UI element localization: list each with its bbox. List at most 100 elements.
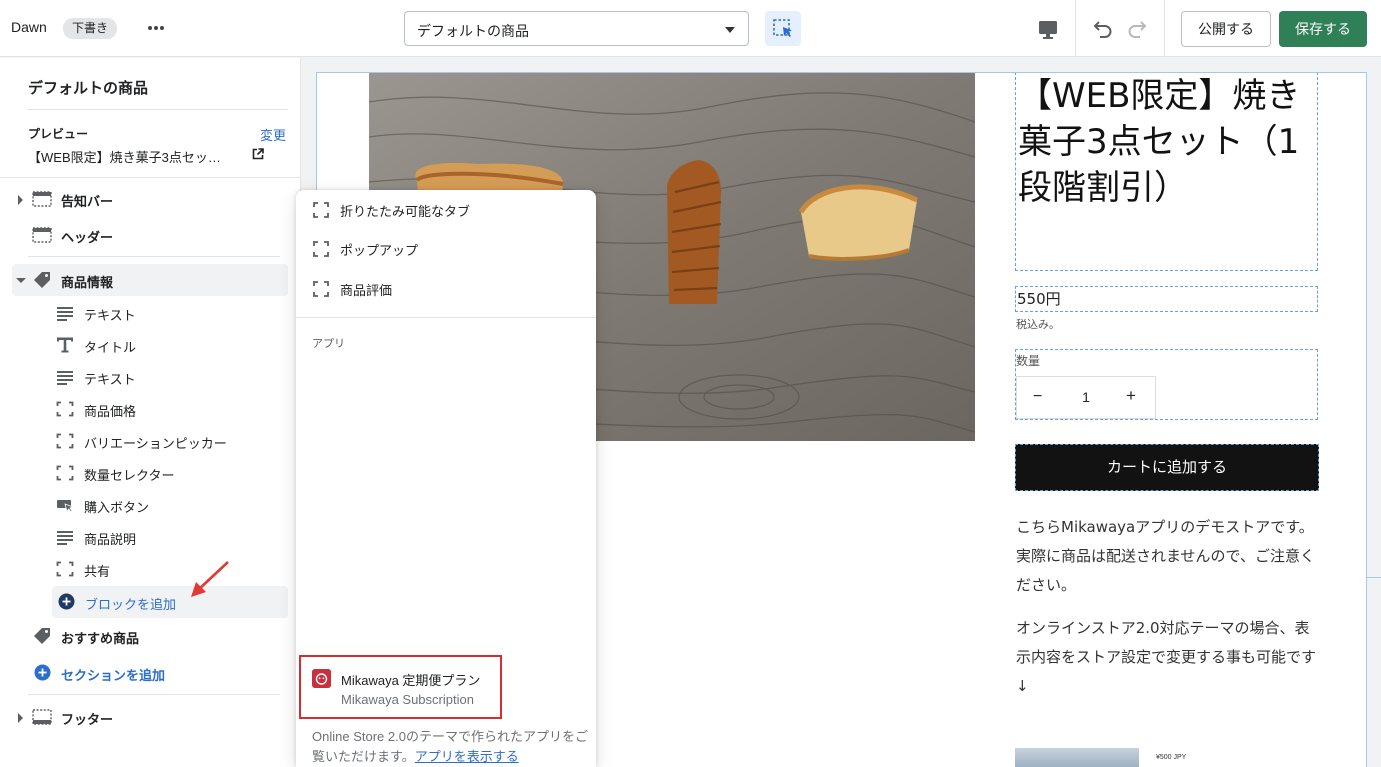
divider <box>28 256 280 257</box>
save-button[interactable]: 保存する <box>1279 11 1367 47</box>
select-cursor-icon <box>773 19 792 37</box>
inspector-toggle-button[interactable] <box>765 11 801 46</box>
redo-button[interactable] <box>1124 15 1152 43</box>
add-section-label: セクションを追加 <box>61 668 166 683</box>
popover-item-label: 折りたたみ可能なタブ <box>340 204 471 219</box>
add-block-button[interactable]: ブロックを追加 <box>52 586 288 618</box>
block-label: 数量セレクター <box>84 468 175 483</box>
block-text[interactable]: テキスト <box>56 298 286 328</box>
add-section-button[interactable]: セクションを追加 <box>32 658 292 686</box>
block-label: テキスト <box>84 372 136 387</box>
footer-layout-icon <box>32 709 52 725</box>
undo-icon <box>1093 21 1112 38</box>
dashed-box-icon <box>313 202 329 218</box>
canvas-border <box>316 72 1367 73</box>
block-text[interactable]: テキスト <box>56 362 286 392</box>
quantity-increase-button[interactable]: + <box>1126 386 1136 406</box>
product-title[interactable]: 【WEB限定】焼き菓子3点セット（1段階割引） <box>1015 72 1318 271</box>
more-actions-button[interactable] <box>145 16 167 40</box>
canvas-border <box>1366 577 1381 578</box>
preview-label: プレビュー <box>28 127 89 141</box>
block-label: バリエーションピッカー <box>84 436 227 451</box>
app-subtitle: Mikawaya Subscription <box>341 692 474 707</box>
chevron-right-icon[interactable] <box>18 195 23 205</box>
redo-icon <box>1128 21 1147 38</box>
preview-product-name: 【WEB限定】焼き菓子3点セッ… <box>28 150 221 165</box>
draft-badge: 下書き <box>63 18 118 39</box>
dashed-box-icon <box>56 561 74 577</box>
dashed-box-icon <box>56 433 74 449</box>
page-select[interactable]: デフォルトの商品 <box>404 11 749 46</box>
description-paragraph: オンラインストア2.0対応テーマの場合、表示内容をストア設定で変更する事も可能で… <box>1016 619 1317 695</box>
popover-item-label: ポップアップ <box>340 243 419 258</box>
block-title[interactable]: タイトル <box>56 330 286 360</box>
apps-footer-text: Online Store 2.0のテーマで作られたアプリをご覧いただけます。アプ… <box>312 727 588 767</box>
mikawaya-app-logo-icon <box>312 669 331 688</box>
widget-price: ¥500 JPY <box>1156 754 1187 761</box>
view-apps-link[interactable]: アプリを表示する <box>415 749 519 764</box>
app-widget-thumbnail <box>1015 748 1139 767</box>
publish-button[interactable]: 公開する <box>1181 11 1271 47</box>
block-label: テキスト <box>84 308 136 323</box>
sidebar-title: デフォルトの商品 <box>28 80 149 97</box>
block-label: 購入ボタン <box>84 500 150 515</box>
divider <box>296 317 596 318</box>
undo-button[interactable] <box>1088 15 1116 43</box>
section-label: 商品情報 <box>61 275 114 290</box>
block-buy-button[interactable]: 購入ボタン <box>56 490 286 520</box>
dashed-box-icon <box>56 401 74 417</box>
chevron-right-icon[interactable] <box>18 713 23 723</box>
quantity-decrease-button[interactable]: − <box>1033 388 1042 406</box>
red-arrow-annotation-icon <box>191 561 229 597</box>
add-block-popover: 折りたたみ可能なタブ ポップアップ 商品評価 アプリ Mikawaya 定期便プ… <box>296 190 596 767</box>
toolbar-divider <box>1075 0 1076 57</box>
quantity-stepper[interactable]: − 1 + <box>1016 376 1156 419</box>
sidebar: デフォルトの商品 プレビュー 変更 【WEB限定】焼き菓子3点セッ… 告知バー … <box>0 58 301 767</box>
app-name: Mikawaya 定期便プラン <box>341 673 481 688</box>
block-quantity-selector[interactable]: 数量セレクター <box>56 458 286 488</box>
add-to-cart-button[interactable]: カートに追加する <box>1015 444 1319 491</box>
quantity-selector[interactable]: 数量 − 1 + <box>1015 349 1318 420</box>
desktop-icon <box>1039 21 1057 39</box>
popover-item-popup[interactable]: ポップアップ <box>312 234 582 266</box>
tag-icon <box>34 272 50 288</box>
section-header[interactable]: ヘッダー <box>0 219 301 251</box>
section-footer[interactable]: フッター <box>0 701 301 733</box>
dashed-box-icon <box>313 241 329 257</box>
quantity-value[interactable]: 1 <box>1081 389 1091 405</box>
popover-item-product-rating[interactable]: 商品評価 <box>312 274 582 306</box>
plus-circle-icon <box>58 593 75 610</box>
title-t-icon <box>57 337 73 353</box>
external-link-icon[interactable] <box>252 148 264 160</box>
section-label: ヘッダー <box>61 230 114 245</box>
buy-button-icon <box>57 500 74 513</box>
toolbar-divider <box>1164 0 1165 57</box>
layout-icon <box>32 191 52 207</box>
quantity-label: 数量 <box>1016 354 1041 368</box>
top-bar: Dawn 下書き デフォルトの商品 公開する 保存する <box>0 0 1381 57</box>
tag-icon <box>34 628 50 644</box>
popover-item-collapsible-tab[interactable]: 折りたたみ可能なタブ <box>312 195 582 227</box>
change-preview-link[interactable]: 変更 <box>260 125 286 144</box>
block-description[interactable]: 商品説明 <box>56 522 286 552</box>
page-select-value: デフォルトの商品 <box>417 23 529 39</box>
block-price[interactable]: 商品価格 <box>56 394 286 424</box>
description-paragraph: こちらMikawayaアプリのデモストアです。実際に商品は配送されませんので、ご… <box>1016 518 1315 594</box>
section-product-info[interactable]: 商品情報 <box>12 264 288 296</box>
section-announcement-bar[interactable]: 告知バー <box>0 183 301 215</box>
product-description[interactable]: こちらMikawayaアプリのデモストアです。実際に商品は配送されませんので、ご… <box>1016 513 1324 715</box>
block-label: 商品説明 <box>84 532 137 547</box>
apps-section-heading: アプリ <box>312 338 345 350</box>
block-share[interactable]: 共有 <box>56 554 286 584</box>
block-label: タイトル <box>84 340 137 355</box>
divider <box>28 694 280 695</box>
chevron-down-icon[interactable] <box>16 278 26 283</box>
dashed-box-icon <box>56 465 74 481</box>
block-label: 商品価格 <box>84 404 137 419</box>
app-block-mikawaya-subscription[interactable]: Mikawaya 定期便プラン Mikawaya Subscription <box>299 655 502 719</box>
section-recommended-products[interactable]: おすすめ商品 <box>0 620 301 652</box>
block-variant-picker[interactable]: バリエーションピッカー <box>56 426 286 456</box>
product-price[interactable]: 550円 <box>1015 286 1318 312</box>
add-block-label: ブロックを追加 <box>85 597 177 612</box>
desktop-view-button[interactable] <box>1034 15 1062 43</box>
